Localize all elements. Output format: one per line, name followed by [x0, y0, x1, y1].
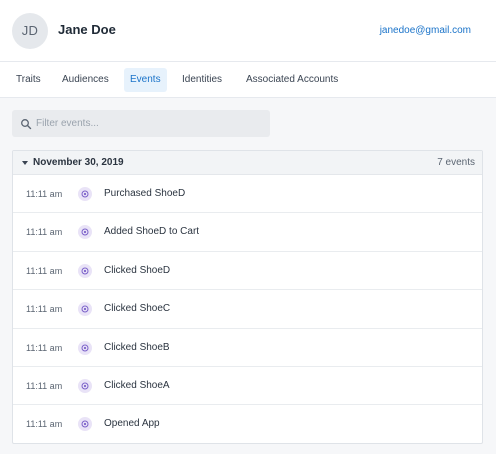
- caret-down-icon[interactable]: [22, 161, 28, 165]
- event-time: 11:11 am: [26, 189, 63, 199]
- event-name: Opened App: [104, 418, 160, 430]
- event-name: Clicked ShoeC: [104, 303, 171, 315]
- event-row[interactable]: 11:11 am Clicked ShoeD: [13, 252, 482, 291]
- group-event-count: 7 events: [437, 157, 475, 168]
- event-row[interactable]: 11:11 am Clicked ShoeA: [13, 367, 482, 406]
- avatar: JD: [12, 13, 48, 49]
- event-name: Added ShoeD to Cart: [104, 226, 200, 238]
- event-time: 11:11 am: [26, 419, 63, 430]
- event-name: Purchased ShoeD: [104, 188, 186, 199]
- profile-tabs: Traits Audiences Events Identities Assoc…: [0, 62, 496, 98]
- event-time: 11:11 am: [26, 227, 63, 238]
- event-row[interactable]: 11:11 am Clicked ShoeC: [13, 290, 482, 329]
- events-group-panel: November 30, 2019 7 events 11:11 am Purc…: [12, 150, 483, 444]
- group-date: November 30, 2019: [33, 157, 124, 168]
- event-time: 11:11 am: [26, 380, 63, 391]
- event-name: Clicked ShoeD: [104, 264, 171, 276]
- event-name: Clicked ShoeA: [104, 379, 170, 391]
- tab-traits[interactable]: Traits: [10, 68, 47, 92]
- search-icon: [20, 117, 32, 130]
- filter-events-input[interactable]: [36, 110, 266, 137]
- tab-events[interactable]: Events: [124, 68, 167, 92]
- track-event-icon: [78, 225, 92, 240]
- filter-events-box[interactable]: [12, 110, 270, 137]
- profile-name: Jane Doe: [58, 22, 116, 37]
- event-time: 11:11 am: [26, 265, 63, 276]
- event-time: 11:11 am: [26, 304, 63, 315]
- profile-header: JD Jane Doe janedoe@gmail.com: [0, 0, 496, 62]
- profile-email-link[interactable]: janedoe@gmail.com: [380, 25, 471, 36]
- track-event-icon: [78, 302, 92, 317]
- track-event-icon: [78, 187, 92, 201]
- date-group-header[interactable]: November 30, 2019 7 events: [13, 151, 482, 175]
- event-row[interactable]: 11:11 am Opened App: [13, 405, 482, 443]
- track-event-icon: [78, 417, 92, 432]
- tab-associated-accounts[interactable]: Associated Accounts: [240, 68, 344, 92]
- tab-audiences[interactable]: Audiences: [56, 68, 115, 92]
- event-row[interactable]: 11:11 am Purchased ShoeD: [13, 175, 482, 214]
- event-name: Clicked ShoeB: [104, 341, 170, 353]
- event-list: 11:11 am Purchased ShoeD 11:11 am Added …: [13, 175, 482, 443]
- tab-identities[interactable]: Identities: [176, 68, 228, 92]
- track-event-icon: [78, 378, 92, 393]
- event-row[interactable]: 11:11 am Clicked ShoeB: [13, 329, 482, 367]
- track-event-icon: [78, 263, 92, 278]
- track-event-icon: [78, 340, 92, 355]
- event-time: 11:11 am: [26, 342, 63, 353]
- events-content: November 30, 2019 7 events 11:11 am Purc…: [0, 98, 496, 454]
- event-row[interactable]: 11:11 am Added ShoeD to Cart: [13, 213, 482, 252]
